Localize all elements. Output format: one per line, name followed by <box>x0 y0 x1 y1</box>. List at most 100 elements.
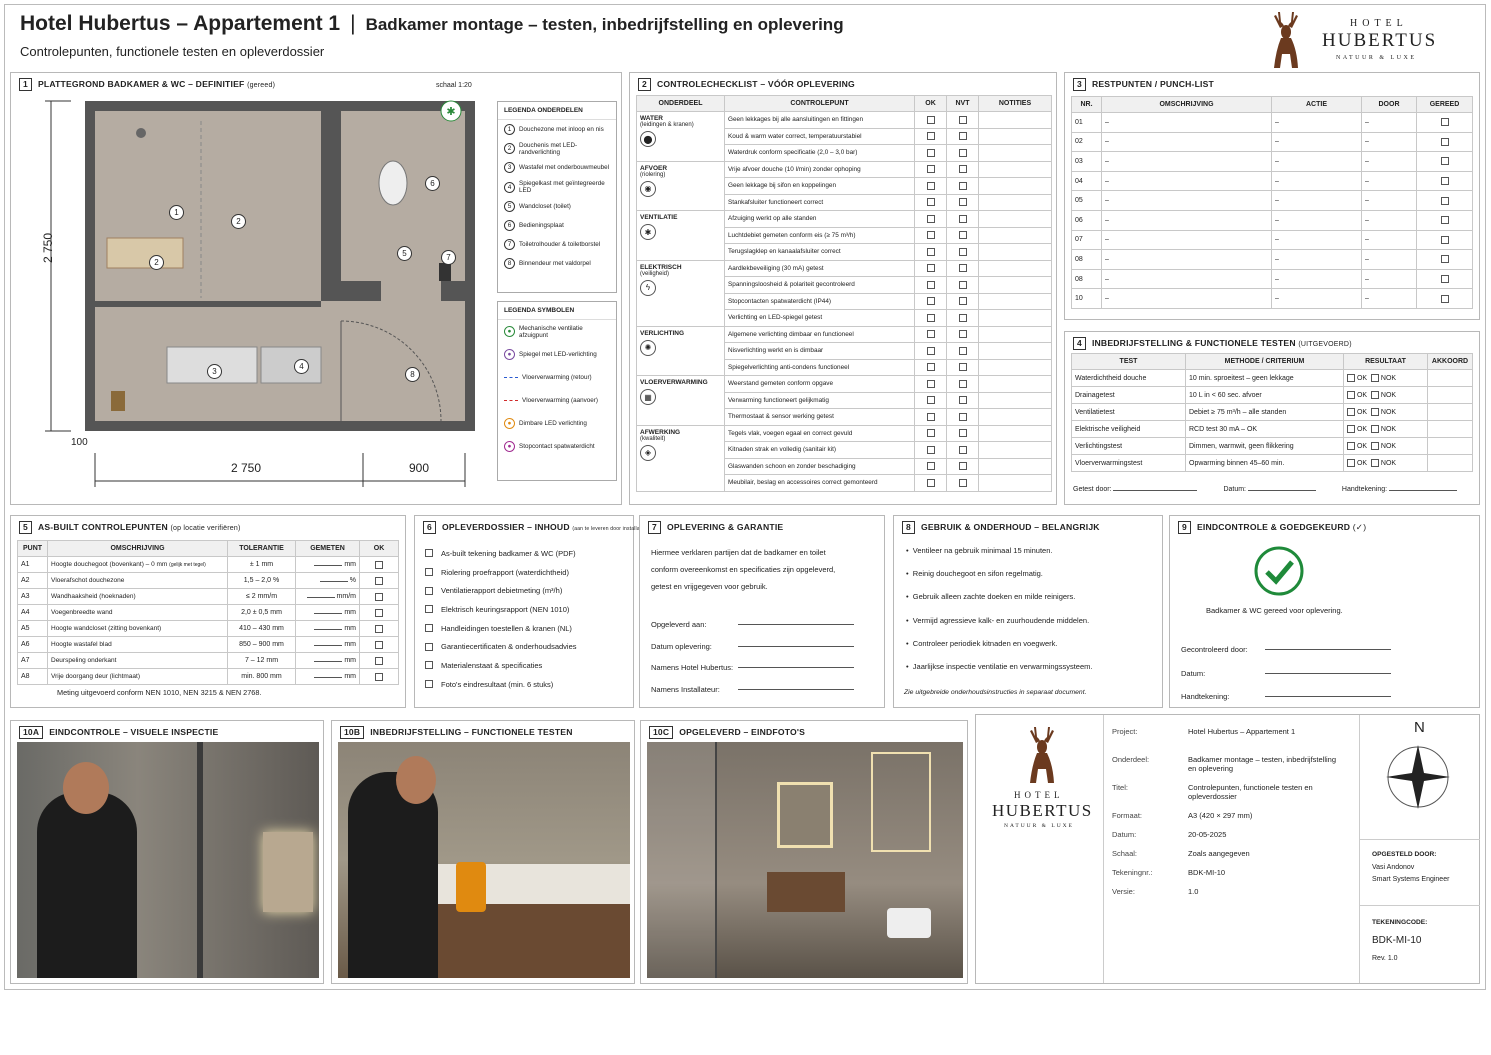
nvt-checkbox[interactable] <box>958 132 967 141</box>
done-checkbox[interactable] <box>1440 137 1449 146</box>
nvt-checkbox[interactable] <box>958 297 967 306</box>
nvt-checkbox[interactable] <box>958 115 967 124</box>
ok-checkbox[interactable] <box>375 560 383 569</box>
nvt-checkbox[interactable] <box>958 280 967 289</box>
approval-field[interactable]: Gecontroleerd door: <box>1181 638 1391 662</box>
ok-checkbox[interactable] <box>926 429 935 438</box>
ok-checkbox[interactable] <box>926 264 935 273</box>
measured-field[interactable]: mm <box>295 668 360 685</box>
ok-checkbox[interactable] <box>926 313 935 322</box>
approval-cell[interactable] <box>1427 437 1473 455</box>
ok-checkbox[interactable] <box>375 608 383 617</box>
nvt-checkbox[interactable] <box>958 412 967 421</box>
ok-checkbox[interactable] <box>926 346 935 355</box>
measured-field[interactable]: mm/m <box>295 588 360 605</box>
nok-checkbox[interactable] <box>1370 425 1379 433</box>
nvt-checkbox[interactable] <box>958 363 967 372</box>
approval-field[interactable]: Handtekening: <box>1181 685 1391 709</box>
ok-checkbox[interactable] <box>926 297 935 306</box>
ok-checkbox[interactable] <box>926 115 935 124</box>
ok-checkbox[interactable] <box>926 396 935 405</box>
dossier-item[interactable]: Ventilatierapport debietmeting (m³/h) <box>425 581 577 600</box>
nvt-checkbox[interactable] <box>958 247 967 256</box>
done-checkbox[interactable] <box>1440 157 1449 166</box>
ok-checkbox[interactable] <box>926 148 935 157</box>
ok-checkbox[interactable] <box>375 640 383 649</box>
dossier-item[interactable]: Riolering proefrapport (waterdichtheid) <box>425 563 577 582</box>
dossier-checkbox[interactable] <box>425 605 433 614</box>
dossier-item[interactable]: As-built tekening badkamer & WC (PDF) <box>425 544 577 563</box>
ok-checkbox[interactable] <box>926 181 935 190</box>
done-checkbox[interactable] <box>1440 118 1449 127</box>
notes-cell[interactable] <box>978 457 1052 475</box>
nvt-checkbox[interactable] <box>958 478 967 487</box>
approval-cell[interactable] <box>1427 454 1473 472</box>
done-checkbox[interactable] <box>1440 275 1449 284</box>
nvt-checkbox[interactable] <box>958 231 967 240</box>
dossier-item[interactable]: Garantiecertificaten & onderhoudsadvies <box>425 637 577 656</box>
notes-cell[interactable] <box>978 276 1052 294</box>
notes-cell[interactable] <box>978 160 1052 178</box>
notes-cell[interactable] <box>978 408 1052 426</box>
dossier-checkbox[interactable] <box>425 549 433 558</box>
notes-cell[interactable] <box>978 474 1052 492</box>
nok-checkbox[interactable] <box>1370 442 1379 450</box>
done-checkbox[interactable] <box>1440 177 1449 186</box>
notes-cell[interactable] <box>978 226 1052 244</box>
dossier-checkbox[interactable] <box>425 624 433 633</box>
approval-cell[interactable] <box>1427 386 1473 404</box>
dossier-checkbox[interactable] <box>425 568 433 577</box>
ok-checkbox[interactable] <box>375 624 383 633</box>
measured-field[interactable]: mm <box>295 636 360 653</box>
notes-cell[interactable] <box>978 375 1052 393</box>
ok-checkbox[interactable] <box>375 672 383 681</box>
nok-checkbox[interactable] <box>1370 374 1379 382</box>
nvt-checkbox[interactable] <box>958 346 967 355</box>
notes-cell[interactable] <box>978 309 1052 327</box>
measured-field[interactable]: % <box>295 572 360 589</box>
nvt-checkbox[interactable] <box>958 214 967 223</box>
approval-cell[interactable] <box>1427 369 1473 387</box>
notes-cell[interactable] <box>978 342 1052 360</box>
nvt-checkbox[interactable] <box>958 330 967 339</box>
dossier-checkbox[interactable] <box>425 661 433 670</box>
ok-checkbox[interactable] <box>926 132 935 141</box>
ok-checkbox[interactable] <box>926 247 935 256</box>
dossier-item[interactable]: Elektrisch keuringsrapport (NEN 1010) <box>425 600 577 619</box>
ok-checkbox[interactable] <box>926 363 935 372</box>
notes-cell[interactable] <box>978 193 1052 211</box>
dossier-item[interactable]: Handleidingen toestellen & kranen (NL) <box>425 619 577 638</box>
handover-field[interactable]: Datum oplevering: <box>651 636 854 658</box>
notes-cell[interactable] <box>978 144 1052 162</box>
notes-cell[interactable] <box>978 177 1052 195</box>
notes-cell[interactable] <box>978 127 1052 145</box>
ok-checkbox[interactable] <box>375 576 383 585</box>
ok-checkbox[interactable] <box>926 214 935 223</box>
notes-cell[interactable] <box>978 259 1052 277</box>
measured-field[interactable]: mm <box>295 652 360 669</box>
notes-cell[interactable] <box>978 391 1052 409</box>
dossier-checkbox[interactable] <box>425 680 433 689</box>
dossier-item[interactable]: Materialenstaat & specificaties <box>425 656 577 675</box>
done-checkbox[interactable] <box>1440 196 1449 205</box>
done-checkbox[interactable] <box>1440 235 1449 244</box>
approval-cell[interactable] <box>1427 420 1473 438</box>
notes-cell[interactable] <box>978 358 1052 376</box>
ok-checkbox[interactable] <box>926 280 935 289</box>
done-checkbox[interactable] <box>1440 216 1449 225</box>
done-checkbox[interactable] <box>1440 294 1449 303</box>
ok-checkbox[interactable] <box>1347 374 1355 382</box>
measured-field[interactable]: mm <box>295 620 360 637</box>
ok-checkbox[interactable] <box>926 462 935 471</box>
ok-checkbox[interactable] <box>1347 391 1355 399</box>
notes-cell[interactable] <box>978 292 1052 310</box>
nvt-checkbox[interactable] <box>958 264 967 273</box>
ok-checkbox[interactable] <box>1347 459 1355 467</box>
notes-cell[interactable] <box>978 210 1052 228</box>
ok-checkbox[interactable] <box>1347 442 1355 450</box>
handover-field[interactable]: Namens Hotel Hubertus: <box>651 657 854 679</box>
ok-checkbox[interactable] <box>926 165 935 174</box>
ok-checkbox[interactable] <box>375 656 383 665</box>
nvt-checkbox[interactable] <box>958 313 967 322</box>
ok-checkbox[interactable] <box>1347 408 1355 416</box>
